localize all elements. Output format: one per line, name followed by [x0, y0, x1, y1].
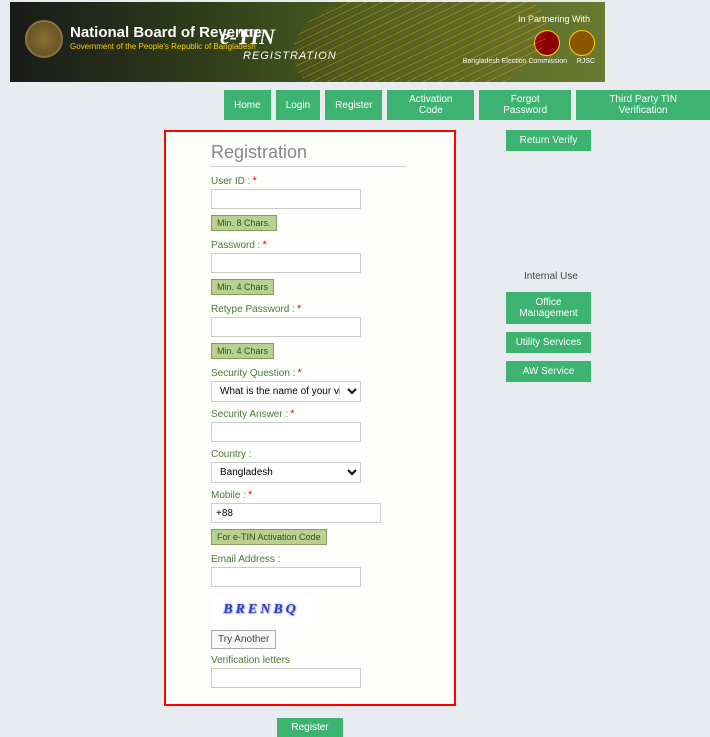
internal-use-label: Internal Use — [506, 271, 596, 282]
etin-registration-text: REGISTRATION — [243, 50, 337, 62]
nav-home[interactable]: Home — [224, 90, 271, 120]
required-marker: * — [290, 408, 294, 420]
return-verify-button[interactable]: Return Verify — [506, 130, 591, 151]
mobile-label: Mobile : — [211, 490, 246, 501]
partner-text-2: RJSC — [577, 58, 595, 65]
security-question-select[interactable]: What is the name of your village? — [211, 381, 361, 402]
mobile-input[interactable] — [211, 503, 381, 523]
secq-label: Security Question : — [211, 368, 295, 379]
captcha-image: BRENBQ — [211, 595, 311, 625]
nav-thirdparty[interactable]: Third Party TIN Verification — [576, 90, 710, 120]
required-marker: * — [297, 367, 301, 379]
etin-logo-text: e-TIN — [220, 24, 275, 50]
userid-hint: Min. 8 Chars. — [211, 215, 277, 231]
partner-logo-2 — [569, 30, 595, 56]
userid-input[interactable] — [211, 189, 361, 209]
utility-services-button[interactable]: Utility Services — [506, 332, 591, 353]
registration-form: Registration User ID :* Min. 8 Chars. Pa… — [164, 130, 456, 706]
verification-label: Verification letters — [211, 655, 290, 666]
aw-service-button[interactable]: AW Service — [506, 361, 591, 382]
password-hint: Min. 4 Chars — [211, 279, 274, 295]
form-title: Registration — [211, 142, 406, 167]
register-submit-button[interactable]: Register — [277, 718, 342, 737]
nav-login[interactable]: Login — [276, 90, 320, 120]
header-banner: National Board of Revenue Government of … — [10, 2, 605, 82]
partner-logo-1 — [534, 30, 560, 56]
verification-input[interactable] — [211, 668, 361, 688]
email-input[interactable] — [211, 567, 361, 587]
nav-forgot[interactable]: Forgot Password — [479, 90, 571, 120]
country-label: Country : — [211, 449, 252, 460]
nav-activation[interactable]: Activation Code — [387, 90, 474, 120]
required-marker: * — [252, 175, 256, 187]
password-input[interactable] — [211, 253, 361, 273]
nav-bar: Home Login Register Activation Code Forg… — [224, 90, 710, 120]
try-another-button[interactable]: Try Another — [211, 630, 276, 649]
right-sidebar: Return Verify Internal Use Office Manage… — [506, 130, 596, 390]
nav-register[interactable]: Register — [325, 90, 382, 120]
mobile-hint: For e-TIN Activation Code — [211, 529, 327, 545]
userid-label: User ID : — [211, 176, 250, 187]
retype-password-input[interactable] — [211, 317, 361, 337]
partner-text-1: Bangladesh Election Commission — [463, 58, 567, 65]
password-label: Password : — [211, 240, 260, 251]
country-select[interactable]: Bangladesh — [211, 462, 361, 483]
office-management-button[interactable]: Office Management — [506, 292, 591, 324]
retype-label: Retype Password : — [211, 304, 295, 315]
retype-hint: Min. 4 Chars — [211, 343, 274, 359]
security-answer-input[interactable] — [211, 422, 361, 442]
seca-label: Security Answer : — [211, 409, 288, 420]
email-label: Email Address : — [211, 554, 280, 565]
required-marker: * — [248, 489, 252, 501]
required-marker: * — [297, 303, 301, 315]
required-marker: * — [262, 239, 266, 251]
nbr-logo — [25, 20, 63, 58]
partner-label: In Partnering With — [518, 14, 590, 24]
